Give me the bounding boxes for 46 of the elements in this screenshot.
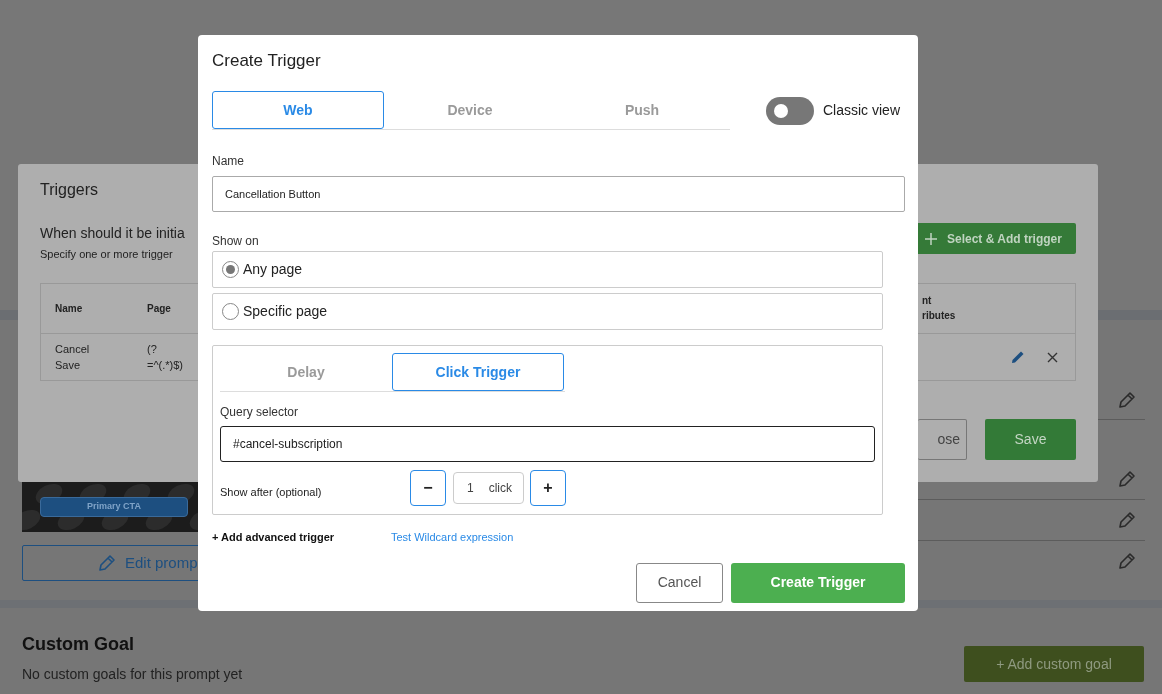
column-header: Name	[55, 302, 83, 314]
empty-message: No custom goals for this prompt yet	[22, 664, 243, 684]
field-label: Show after (optional)	[220, 485, 323, 501]
save-button[interactable]: Save	[985, 418, 1076, 460]
dialog-title: Triggers	[40, 180, 99, 200]
select-add-trigger-button[interactable]: Select & Add trigger	[915, 223, 1076, 255]
add-advanced-trigger-link[interactable]: + Add advanced trigger	[212, 529, 391, 546]
close-icon	[1046, 350, 1059, 364]
toggle-switch[interactable]	[766, 96, 814, 125]
section-heading: When should it be initia	[40, 224, 185, 244]
name-field[interactable]: Cancellation Button	[212, 176, 905, 213]
test-wildcard-link[interactable]: Test Wildcard expression	[391, 529, 514, 546]
add-custom-goal-button[interactable]: + Add custom goal	[964, 646, 1144, 682]
platform-tab[interactable]: Web	[212, 91, 384, 130]
field-label: Name	[212, 153, 245, 171]
count-value: 1	[467, 480, 474, 498]
option-label: Specific page	[243, 302, 328, 322]
count-field[interactable]: 1 click	[453, 472, 524, 505]
option-label: Any page	[243, 260, 303, 280]
plus-icon	[925, 232, 937, 245]
cta-button[interactable]: Primary CTA	[40, 497, 188, 517]
count-unit: click	[488, 480, 513, 498]
column-header: Page	[147, 302, 171, 314]
query-selector-field[interactable]: #cancel-subscription	[220, 426, 875, 463]
pencil-icon	[1117, 510, 1137, 530]
dialog-title: Create Trigger	[212, 51, 322, 72]
create-trigger-button[interactable]: Create Trigger	[731, 562, 905, 603]
decrement-button[interactable]: −	[410, 470, 446, 507]
table-cell: (? =^(.*)$)	[147, 342, 184, 372]
pencil-icon	[1117, 469, 1137, 489]
cancel-button[interactable]: Cancel	[636, 562, 723, 603]
radio-option[interactable]: Specific page	[212, 293, 883, 331]
trigger-tab[interactable]: Click Trigger	[392, 353, 564, 392]
field-label: Query selector	[220, 404, 300, 422]
section-hint: Specify one or more trigger	[40, 247, 174, 263]
radio-option[interactable]: Any page	[212, 251, 883, 289]
pencil-icon	[97, 553, 117, 573]
column-header: nt ributes	[922, 295, 956, 322]
increment-button[interactable]: +	[530, 470, 566, 507]
toggle-label: Classic view	[823, 101, 900, 121]
pencil-icon	[1117, 389, 1137, 410]
section-title: Custom Goal	[22, 634, 135, 656]
table-cell: Cancel Save	[55, 342, 90, 372]
edit-icon	[1010, 349, 1026, 366]
field-label: Show on	[212, 233, 260, 251]
pencil-icon	[1117, 551, 1137, 571]
